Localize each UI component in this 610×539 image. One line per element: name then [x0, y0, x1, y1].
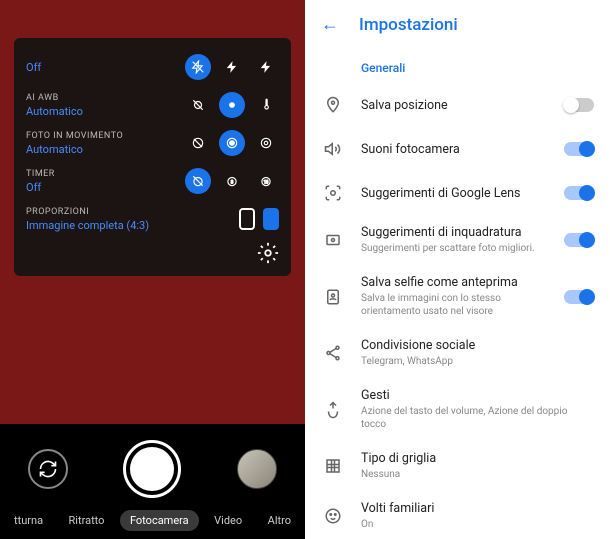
- flash-row: Off: [26, 48, 279, 86]
- ratio-169-icon[interactable]: [263, 208, 279, 230]
- svg-text:10: 10: [264, 179, 269, 184]
- setting-familiar-faces[interactable]: Volti familiari On: [305, 491, 610, 539]
- mode-more[interactable]: Altro: [258, 510, 301, 531]
- setting-title: Suoni fotocamera: [361, 142, 548, 157]
- mode-selector: tturna Ritratto Fotocamera Video Altro: [0, 510, 305, 531]
- gallery-thumbnail[interactable]: [237, 449, 277, 489]
- settings-title: Impostazioni: [359, 15, 458, 35]
- share-icon: [321, 344, 345, 362]
- setting-title: Suggerimenti di inquadratura: [361, 225, 548, 240]
- flash-value: Off: [26, 61, 41, 74]
- setting-title: Volti familiari: [361, 501, 594, 516]
- setting-subtitle: Salva le immagini con lo stesso orientam…: [361, 292, 548, 318]
- timer-value: Off: [26, 181, 55, 194]
- awb-value: Automatico: [26, 105, 83, 118]
- camera-controls: tturna Ritratto Fotocamera Video Altro: [0, 424, 305, 539]
- timer-10s-icon[interactable]: 10: [253, 168, 279, 194]
- flash-auto-icon[interactable]: [219, 54, 245, 80]
- quick-settings-panel: Off AI AWB Automatico A FOTO IN MOVIMENT…: [14, 38, 291, 276]
- section-label: Generali: [305, 53, 610, 83]
- setting-title: Gesti: [361, 388, 594, 403]
- ratio-label: PROPORZIONI: [26, 207, 149, 217]
- setting-subtitle: Suggerimenti per scattare foto migliori.: [361, 242, 548, 255]
- awb-label: AI AWB: [26, 93, 83, 103]
- motion-off-icon[interactable]: [185, 130, 211, 156]
- setting-subtitle: On: [361, 518, 594, 531]
- lens-icon: [321, 184, 345, 202]
- setting-subtitle: Nessuna: [361, 468, 594, 481]
- setting-selfie-preview[interactable]: Salva selfie come anteprima Salva le imma…: [305, 265, 610, 328]
- toggle-selfie-preview[interactable]: [564, 290, 594, 304]
- frame-icon: [321, 231, 345, 249]
- settings-gear-icon[interactable]: [257, 242, 279, 264]
- selfie-icon: [321, 288, 345, 306]
- setting-title: Tipo di griglia: [361, 451, 594, 466]
- flash-off-icon[interactable]: [185, 54, 211, 80]
- toggle-save-location[interactable]: [564, 98, 594, 112]
- setting-title: Condivisione sociale: [361, 338, 594, 353]
- flash-on-icon[interactable]: [253, 54, 279, 80]
- toggle-lens-suggestions[interactable]: [564, 186, 594, 200]
- camera-screen: Off AI AWB Automatico A FOTO IN MOVIMENT…: [0, 0, 305, 539]
- setting-framing-hints[interactable]: Suggerimenti di inquadratura Suggerimenti…: [305, 215, 610, 265]
- switch-camera-button[interactable]: [28, 449, 68, 489]
- back-icon[interactable]: ←: [321, 14, 339, 35]
- motion-label: FOTO IN MOVIMENTO: [26, 131, 123, 141]
- setting-save-location[interactable]: Salva posizione: [305, 83, 610, 127]
- setting-lens-suggestions[interactable]: Suggerimenti di Google Lens: [305, 171, 610, 215]
- motion-on-icon[interactable]: [253, 130, 279, 156]
- svg-text:3: 3: [231, 179, 234, 185]
- mode-portrait[interactable]: Ritratto: [59, 510, 115, 531]
- setting-gestures[interactable]: Gesti Azione del tasto del volume, Azione…: [305, 378, 610, 441]
- settings-screen: ← Impostazioni Generali Salva posizione …: [305, 0, 610, 539]
- motion-auto-icon[interactable]: [219, 130, 245, 156]
- setting-subtitle: Telegram, WhatsApp: [361, 355, 594, 368]
- grid-icon: [321, 457, 345, 475]
- setting-title: Suggerimenti di Google Lens: [361, 186, 548, 201]
- location-icon: [321, 96, 345, 114]
- motion-row: FOTO IN MOVIMENTO Automatico: [26, 124, 279, 162]
- toggle-framing-hints[interactable]: [564, 233, 594, 247]
- timer-label: TIMER: [26, 169, 55, 179]
- mode-video[interactable]: Video: [204, 510, 252, 531]
- face-icon: [321, 507, 345, 525]
- setting-camera-sounds[interactable]: Suoni fotocamera: [305, 127, 610, 171]
- mode-camera[interactable]: Fotocamera: [120, 510, 199, 531]
- ratio-43-icon[interactable]: [239, 208, 255, 230]
- setting-title: Salva posizione: [361, 98, 548, 113]
- settings-header: ← Impostazioni: [305, 0, 610, 49]
- mode-night[interactable]: tturna: [4, 510, 53, 531]
- awb-temp-icon[interactable]: [253, 92, 279, 118]
- gesture-icon: [321, 401, 345, 419]
- timer-row: TIMER Off 3 10: [26, 162, 279, 200]
- ratio-row: PROPORZIONI Immagine completa (4:3): [26, 200, 279, 238]
- svg-text:A: A: [231, 99, 234, 104]
- shutter-button[interactable]: [123, 440, 181, 498]
- motion-value: Automatico: [26, 143, 123, 156]
- timer-3s-icon[interactable]: 3: [219, 168, 245, 194]
- awb-auto-icon[interactable]: A: [219, 92, 245, 118]
- timer-off-icon[interactable]: [185, 168, 211, 194]
- volume-icon: [321, 140, 345, 158]
- setting-social-share[interactable]: Condivisione sociale Telegram, WhatsApp: [305, 328, 610, 378]
- setting-title: Salva selfie come anteprima: [361, 275, 548, 290]
- awb-row: AI AWB Automatico A: [26, 86, 279, 124]
- toggle-camera-sounds[interactable]: [564, 142, 594, 156]
- ratio-value: Immagine completa (4:3): [26, 219, 149, 232]
- setting-grid-type[interactable]: Tipo di griglia Nessuna: [305, 441, 610, 491]
- awb-off-icon[interactable]: [185, 92, 211, 118]
- setting-subtitle: Azione del tasto del volume, Azione del …: [361, 405, 594, 431]
